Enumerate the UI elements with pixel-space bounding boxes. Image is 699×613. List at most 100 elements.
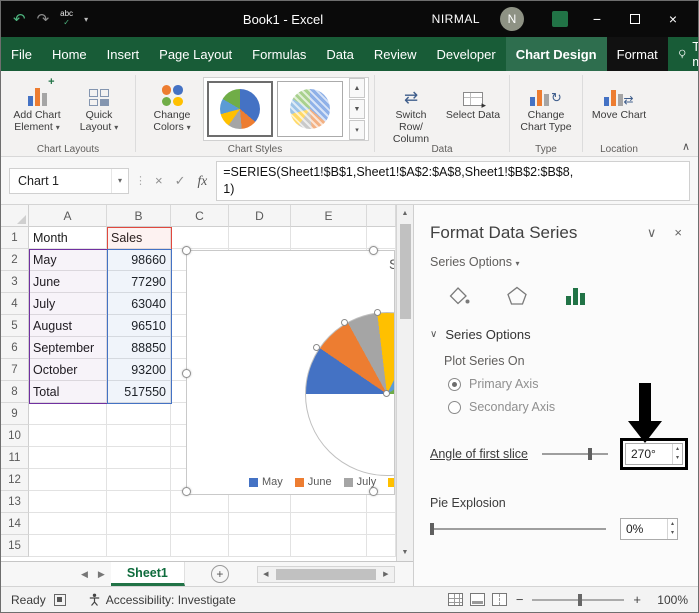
user-name[interactable]: NIRMAL xyxy=(432,12,480,26)
cell-A6[interactable]: September xyxy=(29,337,107,359)
insert-function-icon[interactable]: fx xyxy=(195,173,211,189)
cell-A11[interactable] xyxy=(29,447,107,469)
tab-review[interactable]: Review xyxy=(364,37,427,71)
cell-A2[interactable]: May xyxy=(29,249,107,271)
chart-resize-handle[interactable] xyxy=(182,487,191,496)
angle-slider-track[interactable] xyxy=(542,453,608,455)
pie-explosion-input[interactable] xyxy=(621,522,657,536)
zoom-in-button[interactable]: + xyxy=(631,592,643,607)
row-header-4[interactable]: 4 xyxy=(1,293,29,315)
cell-E15[interactable] xyxy=(291,535,367,557)
gallery-up-button[interactable]: ▲ xyxy=(349,78,365,98)
pie-explosion-slider-track[interactable] xyxy=(430,528,606,530)
change-colors-button[interactable]: Change Colors ▾ xyxy=(141,75,203,136)
cell-E1[interactable] xyxy=(291,227,367,249)
angle-slider-thumb[interactable] xyxy=(588,448,593,460)
cell-B6[interactable]: 88850 xyxy=(107,337,171,359)
zoom-level[interactable]: 100% xyxy=(650,593,688,607)
cell-C1[interactable] xyxy=(171,227,229,249)
tab-tell-me[interactable]: Tell me xyxy=(668,37,698,71)
angle-input[interactable] xyxy=(626,447,662,461)
series-options-icon[interactable] xyxy=(560,281,590,311)
cell-A7[interactable]: October xyxy=(29,359,107,381)
cell-B10[interactable] xyxy=(107,425,171,447)
scroll-left-icon[interactable]: ◀ xyxy=(258,567,274,582)
cell-D15[interactable] xyxy=(229,535,291,557)
cell-B9[interactable] xyxy=(107,403,171,425)
pie-explosion-slider-thumb[interactable] xyxy=(430,523,434,535)
tab-insert[interactable]: Insert xyxy=(97,37,150,71)
row-header-15[interactable]: 15 xyxy=(1,535,29,557)
legend-item-may[interactable]: May xyxy=(249,476,283,488)
close-button[interactable]: × xyxy=(664,10,682,28)
row-header-11[interactable]: 11 xyxy=(1,447,29,469)
zoom-slider-thumb[interactable] xyxy=(578,593,583,606)
cell-B8[interactable]: 517550 xyxy=(107,381,171,403)
cell-A10[interactable] xyxy=(29,425,107,447)
pie-explosion-slider[interactable] xyxy=(430,522,606,536)
primary-axis-radio[interactable] xyxy=(448,377,461,391)
ribbon-display-options-icon[interactable] xyxy=(552,11,568,27)
pane-close-icon[interactable]: × xyxy=(674,225,682,241)
secondary-axis-option[interactable]: Secondary Axis xyxy=(414,391,698,414)
cell-A4[interactable]: July xyxy=(29,293,107,315)
formula-input[interactable]: =SERIES(Sheet1!$B$1,Sheet1!$A$2:$A$8,She… xyxy=(216,160,690,201)
column-header-B[interactable]: B xyxy=(107,205,171,227)
tab-data[interactable]: Data xyxy=(316,37,363,71)
row-header-9[interactable]: 9 xyxy=(1,403,29,425)
name-box-dropdown-icon[interactable]: ▾ xyxy=(110,168,128,193)
cell-B3[interactable]: 77290 xyxy=(107,271,171,293)
cell-B13[interactable] xyxy=(107,491,171,513)
row-header-10[interactable]: 10 xyxy=(1,425,29,447)
minimize-button[interactable]: − xyxy=(588,10,606,28)
tab-formulas[interactable]: Formulas xyxy=(242,37,316,71)
tab-file[interactable]: File xyxy=(1,37,42,71)
cell-F15[interactable] xyxy=(367,535,396,557)
name-box[interactable]: Chart 1 ▾ xyxy=(9,167,129,194)
cell-B4[interactable]: 63040 xyxy=(107,293,171,315)
tab-chart-design[interactable]: Chart Design xyxy=(505,37,607,71)
sheet-nav-right-icon[interactable]: ▶ xyxy=(98,569,105,580)
select-data-button[interactable]: ▸ Select Data xyxy=(442,75,504,124)
spin-down-icon[interactable]: ▾ xyxy=(668,529,677,538)
cell-C14[interactable] xyxy=(171,513,229,535)
cell-B11[interactable] xyxy=(107,447,171,469)
series-options-section-header[interactable]: ∨ Series Options xyxy=(414,311,698,342)
cell-B14[interactable] xyxy=(107,513,171,535)
row-header-6[interactable]: 6 xyxy=(1,337,29,359)
secondary-axis-radio[interactable] xyxy=(448,400,461,414)
sheet-tab-sheet1[interactable]: Sheet1 xyxy=(110,562,185,586)
cell-B12[interactable] xyxy=(107,469,171,491)
row-header-1[interactable]: 1 xyxy=(1,227,29,249)
scroll-down-icon[interactable]: ▼ xyxy=(397,544,413,561)
macro-record-icon[interactable] xyxy=(53,593,66,606)
legend-item-june[interactable]: June xyxy=(294,476,332,488)
zoom-out-button[interactable]: − xyxy=(514,592,526,607)
switch-row-column-button[interactable]: ⇄ Switch Row/ Column xyxy=(380,75,442,148)
series-options-dropdown[interactable]: Series Options ▾ xyxy=(414,243,698,269)
tab-page-layout[interactable]: Page Layout xyxy=(149,37,242,71)
column-header-C[interactable]: C xyxy=(171,205,229,227)
cell-B7[interactable]: 93200 xyxy=(107,359,171,381)
cell-A12[interactable] xyxy=(29,469,107,491)
chart-style-thumbnail-1[interactable] xyxy=(207,81,273,137)
scroll-right-icon[interactable]: ▶ xyxy=(378,567,394,582)
row-header-12[interactable]: 12 xyxy=(1,469,29,491)
change-chart-type-button[interactable]: ↻ Change Chart Type xyxy=(515,75,577,136)
row-header-5[interactable]: 5 xyxy=(1,315,29,337)
chart-resize-handle[interactable] xyxy=(369,246,378,255)
enter-icon[interactable]: ✓ xyxy=(172,173,189,189)
undo-icon[interactable]: ↶ xyxy=(13,10,26,28)
cell-D1[interactable] xyxy=(229,227,291,249)
cell-B5[interactable]: 96510 xyxy=(107,315,171,337)
pane-collapse-icon[interactable]: ∨ xyxy=(647,225,657,241)
pie[interactable] xyxy=(305,312,394,476)
cell-C15[interactable] xyxy=(171,535,229,557)
cell-A13[interactable] xyxy=(29,491,107,513)
page-break-view-button[interactable] xyxy=(491,593,507,606)
gallery-down-button[interactable]: ▼ xyxy=(349,99,365,119)
tab-developer[interactable]: Developer xyxy=(426,37,505,71)
cell-F14[interactable] xyxy=(367,513,396,535)
column-header-E[interactable]: E xyxy=(291,205,367,227)
cell-B2[interactable]: 98660 xyxy=(107,249,171,271)
